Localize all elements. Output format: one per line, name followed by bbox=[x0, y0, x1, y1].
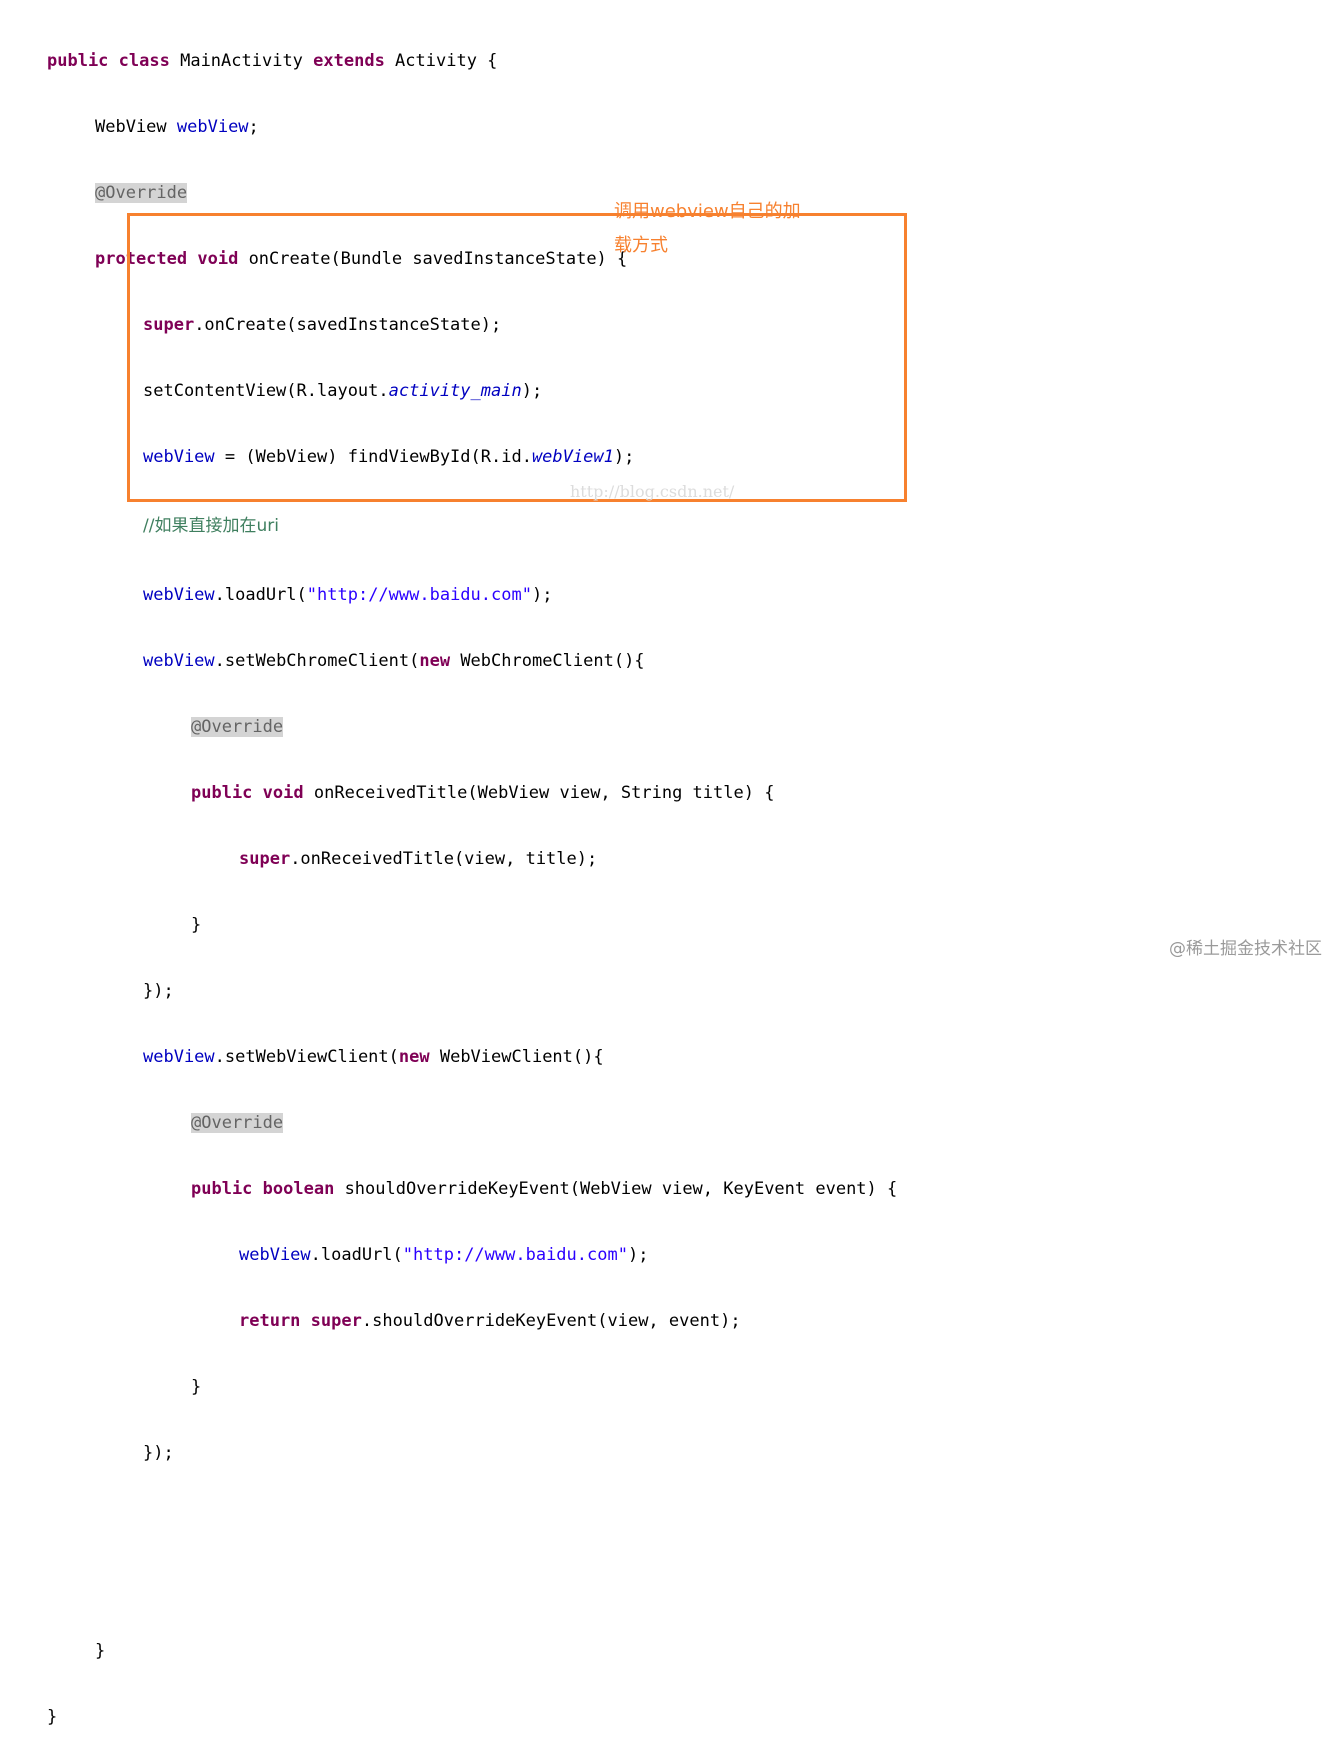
code-line-24: } bbox=[47, 1707, 58, 1727]
code-line-20: return super.shouldOverrideKeyEvent(view… bbox=[239, 1311, 741, 1331]
code-line-22: }); bbox=[143, 1443, 174, 1463]
code-line-8: //如果直接加在uri bbox=[47, 512, 897, 540]
override-annotation: @Override bbox=[191, 1113, 284, 1133]
code-line-12: public void onReceivedTitle(WebView view… bbox=[191, 783, 775, 803]
code-line-17: @Override bbox=[47, 1112, 897, 1134]
corner-watermark: @稀土掘金技术社区 bbox=[1169, 939, 1322, 959]
code-line-13: super.onReceivedTitle(view, title); bbox=[239, 849, 598, 869]
code-line-9: webView.loadUrl("http://www.baidu.com"); bbox=[143, 585, 553, 605]
center-watermark: http://blog.csdn.net/ bbox=[570, 482, 735, 501]
code-line-11: @Override bbox=[47, 716, 897, 738]
code-line-23: } bbox=[95, 1641, 106, 1661]
code-line-2: WebView webView; bbox=[95, 117, 259, 137]
code-comment: //如果直接加在uri bbox=[143, 516, 279, 536]
code-line-16: webView.setWebViewClient(new WebViewClie… bbox=[143, 1047, 604, 1067]
code-line-21: } bbox=[191, 1377, 202, 1397]
code-line-19: webView.loadUrl("http://www.baidu.com"); bbox=[239, 1245, 649, 1265]
override-annotation: @Override bbox=[191, 717, 284, 737]
code-line-15: }); bbox=[143, 981, 174, 1001]
code-line-1: public class MainActivity extends Activi… bbox=[47, 51, 498, 71]
override-annotation: @Override bbox=[95, 183, 188, 203]
code-line-10: webView.setWebChromeClient(new WebChrome… bbox=[143, 651, 645, 671]
annotation-note-line-2: 载方式 bbox=[614, 235, 668, 256]
annotation-note: 调用webview自己的加 载方式 bbox=[614, 195, 814, 263]
code-line-18: public boolean shouldOverrideKeyEvent(We… bbox=[191, 1179, 898, 1199]
code-line-14: } bbox=[191, 915, 202, 935]
annotation-note-line-1: 调用webview自己的加 bbox=[614, 201, 801, 222]
